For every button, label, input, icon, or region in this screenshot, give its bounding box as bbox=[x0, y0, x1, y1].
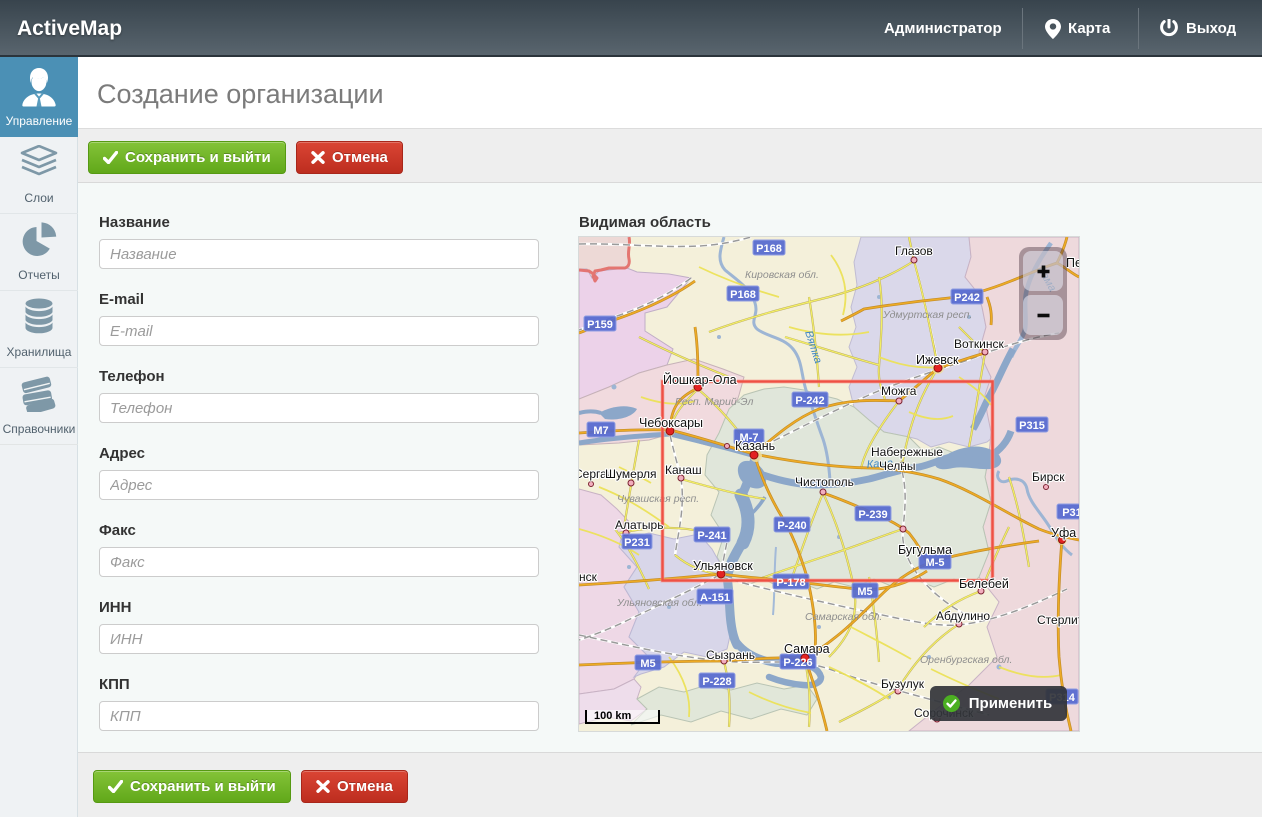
svg-text:Челны: Челны bbox=[879, 459, 916, 473]
svg-text:Бузулук: Бузулук bbox=[881, 677, 925, 691]
svg-text:Шумерля: Шумерля bbox=[605, 467, 657, 481]
svg-text:Пе: Пе bbox=[1066, 256, 1079, 270]
svg-text:Воткинск: Воткинск bbox=[954, 337, 1004, 351]
svg-text:Стерлита: Стерлита bbox=[1037, 613, 1079, 627]
svg-text:Р31: Р31 bbox=[1062, 507, 1079, 519]
svg-text:Кировская обл.: Кировская обл. bbox=[745, 269, 819, 281]
svg-text:Р-240: Р-240 bbox=[777, 520, 806, 532]
svg-text:Можга: Можга bbox=[881, 384, 917, 398]
svg-text:М7: М7 bbox=[593, 425, 608, 437]
svg-text:Абдулино: Абдулино bbox=[936, 609, 990, 623]
svg-text:Р242: Р242 bbox=[954, 292, 980, 304]
svg-text:Р-241: Р-241 bbox=[697, 530, 726, 542]
svg-text:Р159: Р159 bbox=[587, 319, 613, 331]
svg-text:Йошкар-Ола: Йошкар-Ола bbox=[663, 372, 737, 387]
svg-text:Респ. Марий-Эл: Респ. Марий-Эл bbox=[675, 396, 753, 408]
svg-text:Ижевск: Ижевск bbox=[916, 353, 959, 367]
svg-text:Р-228: Р-228 bbox=[702, 676, 731, 688]
svg-text:Алатырь: Алатырь bbox=[615, 518, 663, 532]
svg-text:Чебоксары: Чебоксары bbox=[639, 416, 703, 430]
svg-text:М5: М5 bbox=[640, 658, 655, 670]
svg-text:Самарская обл.: Самарская обл. bbox=[805, 611, 882, 623]
svg-text:Р-239: Р-239 bbox=[858, 509, 887, 521]
svg-text:Р168: Р168 bbox=[756, 243, 782, 255]
svg-text:Р-178: Р-178 bbox=[776, 577, 805, 589]
svg-text:Канаш: Канаш bbox=[665, 463, 702, 477]
svg-text:Чувашская респ.: Чувашская респ. bbox=[617, 493, 699, 505]
svg-text:Набережные: Набережные bbox=[871, 445, 943, 459]
svg-text:Р-226: Р-226 bbox=[783, 657, 812, 669]
svg-text:Оренбургская обл.: Оренбургская обл. bbox=[920, 654, 1012, 666]
svg-text:Р-242: Р-242 bbox=[795, 395, 824, 407]
svg-text:Уфа: Уфа bbox=[1051, 526, 1076, 540]
svg-text:М5: М5 bbox=[857, 586, 872, 598]
svg-text:нск: нск bbox=[579, 570, 598, 584]
svg-text:М-5: М-5 bbox=[926, 557, 945, 569]
svg-text:Удмуртская респ.: Удмуртская респ. bbox=[882, 309, 972, 321]
svg-text:Бугульма: Бугульма bbox=[898, 543, 952, 557]
svg-text:А-151: А-151 bbox=[700, 592, 730, 604]
svg-text:Сызрань: Сызрань bbox=[706, 648, 755, 662]
svg-text:Р315: Р315 bbox=[1019, 420, 1045, 432]
svg-text:Чистополь: Чистополь bbox=[795, 475, 854, 489]
svg-text:Р231: Р231 bbox=[624, 537, 650, 549]
svg-text:Бирск: Бирск bbox=[1032, 470, 1065, 484]
svg-text:Ульяновск: Ульяновск bbox=[693, 559, 753, 573]
svg-text:Ульяновская обл.: Ульяновская обл. bbox=[616, 597, 702, 609]
svg-text:М-7: М-7 bbox=[740, 432, 759, 444]
svg-text:Глазов: Глазов bbox=[895, 244, 933, 258]
svg-text:Р168: Р168 bbox=[730, 289, 756, 301]
svg-text:Белебей: Белебей bbox=[959, 577, 1009, 591]
